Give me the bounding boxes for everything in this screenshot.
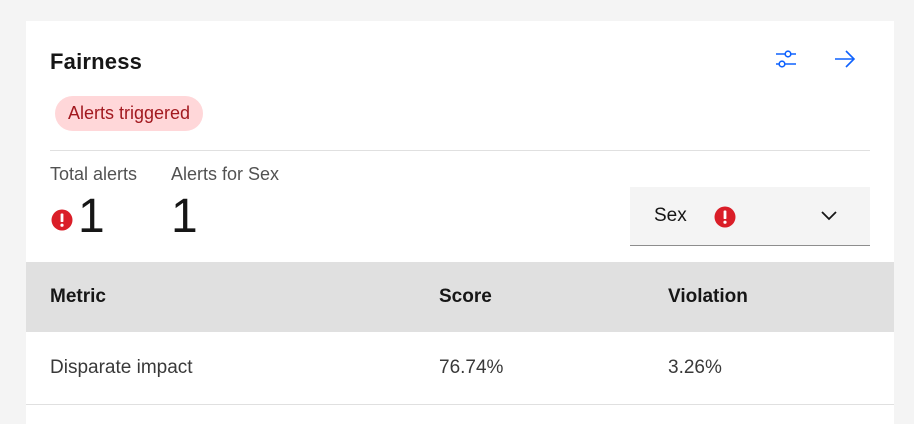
attribute-dropdown[interactable]: Sex: [630, 187, 870, 246]
column-header-metric[interactable]: Metric: [50, 286, 106, 308]
alerts-for-sex-label: Alerts for Sex: [171, 164, 280, 184]
column-header-violation[interactable]: Violation: [668, 286, 748, 308]
alerts-for-sex-value: 1: [171, 190, 198, 243]
navigate-button[interactable]: [829, 43, 861, 75]
error-icon: [51, 209, 73, 231]
violation-cell: 3.26%: [668, 357, 722, 378]
total-alerts-value: 1: [78, 190, 105, 243]
divider: [50, 150, 870, 151]
arrow-right-icon: [835, 50, 856, 68]
table-row[interactable]: Disparate impact 76.74% 3.26%: [26, 332, 894, 405]
score-cell: 76.74%: [439, 357, 504, 378]
chevron-down-icon: [821, 211, 837, 221]
metrics-table: Metric Score Violation Disparate impact …: [26, 262, 894, 405]
settings-adjust-icon: [776, 50, 796, 68]
card-title: Fairness: [50, 49, 143, 74]
error-icon: [714, 206, 736, 228]
alerts-triggered-tag: Alerts triggered: [55, 96, 204, 131]
settings-adjust-button[interactable]: [770, 43, 802, 75]
table-header: Metric Score Violation: [26, 262, 894, 332]
total-alerts-label: Total alerts: [50, 164, 138, 184]
metric-cell: Disparate impact: [50, 357, 193, 378]
dropdown-selected-value: Sex: [654, 205, 687, 226]
fairness-card: Fairness Alerts triggered Total alerts A…: [26, 21, 894, 424]
column-header-score[interactable]: Score: [439, 286, 492, 308]
